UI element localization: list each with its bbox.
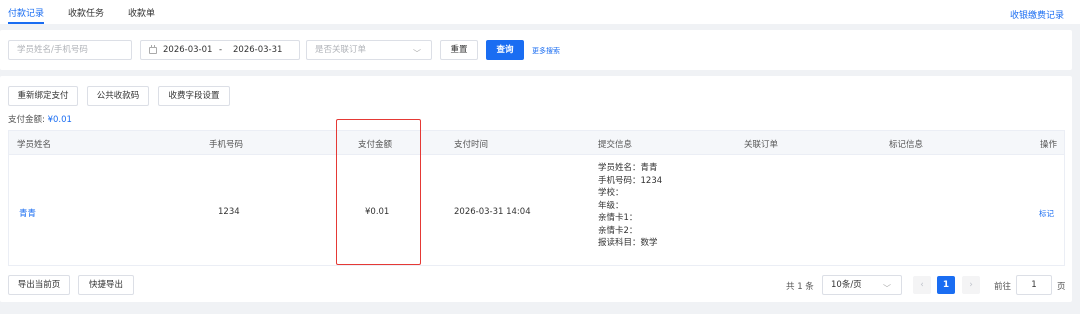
date-range-picker[interactable]: 2026-03-01 - 2026-03-31: [140, 40, 300, 60]
column-header-submitted-info: 提交信息: [598, 140, 633, 150]
name-phone-search-input[interactable]: 学员姓名/手机号码: [8, 40, 132, 60]
reset-button[interactable]: 重置: [440, 40, 478, 60]
column-header-actions: 操作: [1040, 140, 1058, 150]
page-number-button[interactable]: 1: [937, 276, 955, 294]
column-header-amount: 支付金额: [358, 140, 393, 150]
quick-export-button[interactable]: 快捷导出: [78, 275, 134, 295]
goto-page-input[interactable]: 1: [1016, 275, 1052, 295]
table-header: 学员姓名 手机号码 支付金额 支付时间 提交信息 关联订单 标记信息 操作: [9, 131, 1064, 155]
column-header-linked-order: 关联订单: [744, 140, 779, 150]
linked-order-select-placeholder: 是否关联订单: [315, 45, 367, 55]
rebind-payment-button[interactable]: 重新绑定支付: [8, 86, 78, 106]
chevron-down-icon: ﹀: [413, 49, 421, 58]
page-unit-label: 页: [1057, 282, 1066, 292]
info-line: 亲情卡2：: [598, 225, 638, 236]
records-panel: 重新绑定支付 公共收款码 收费字段设置 支付金额: ¥0.01 学员姓名 手机号…: [0, 76, 1072, 302]
mark-action-link[interactable]: 标记: [1039, 208, 1054, 219]
fee-fields-settings-button[interactable]: 收费字段设置: [158, 86, 230, 106]
cell-phone: 1234: [218, 207, 240, 217]
payment-amount-summary: 支付金额: ¥0.01: [8, 113, 72, 125]
goto-label: 前往: [994, 282, 1012, 292]
student-name-link[interactable]: 青青: [19, 207, 36, 219]
page-size-select[interactable]: 10条/页 ﹀: [822, 275, 902, 295]
date-separator: -: [219, 45, 223, 55]
public-payment-code-button[interactable]: 公共收款码: [87, 86, 149, 106]
info-line: 亲情卡1：: [598, 213, 638, 223]
filter-panel: 学员姓名/手机号码 2026-03-01 - 2026-03-31 是否关联订单…: [0, 30, 1072, 70]
cashier-records-link[interactable]: 收银缴费记录: [1010, 8, 1064, 21]
date-end: 2026-03-31: [233, 45, 283, 55]
info-line: 报读科目：数学: [598, 238, 658, 248]
prev-page-button[interactable]: ‹: [913, 276, 931, 294]
summary-amount: ¥0.01: [47, 115, 72, 125]
more-search-link[interactable]: 更多搜索: [532, 46, 560, 56]
payment-records-table: 学员姓名 手机号码 支付金额 支付时间 提交信息 关联订单 标记信息 操作 青青…: [8, 130, 1065, 266]
tab-collection-tasks[interactable]: 收款任务: [68, 6, 104, 19]
next-page-button[interactable]: ›: [962, 276, 980, 294]
active-tab-indicator: [8, 22, 44, 24]
column-header-pay-time: 支付时间: [454, 140, 489, 150]
total-count: 共 1 条: [786, 282, 814, 292]
info-line: 学员姓名：青青: [598, 163, 658, 173]
info-line: 年级：: [598, 200, 624, 211]
export-current-page-button[interactable]: 导出当前页: [8, 275, 70, 295]
column-header-student-name: 学员姓名: [17, 140, 52, 150]
search-button[interactable]: 查询: [486, 40, 524, 60]
column-header-mark-info: 标记信息: [889, 140, 924, 150]
linked-order-select[interactable]: 是否关联订单 ﹀: [306, 40, 432, 60]
chevron-down-icon: ﹀: [883, 284, 891, 293]
calendar-icon: [149, 45, 157, 54]
cell-pay-time: 2026-03-31 14:04: [454, 207, 531, 217]
column-header-phone: 手机号码: [209, 140, 244, 150]
page-size-value: 10条/页: [831, 280, 862, 290]
tab-receipts[interactable]: 收款单: [128, 6, 155, 19]
info-line: 学校：: [598, 188, 624, 198]
cell-submitted-info: 学员姓名：青青 手机号码：1234 学校： 年级： 亲情卡1： 亲情卡2： 报读…: [598, 162, 662, 250]
summary-label: 支付金额:: [8, 115, 45, 125]
info-line: 手机号码：1234: [598, 175, 663, 186]
date-start: 2026-03-01: [163, 45, 213, 55]
tab-payment-records[interactable]: 付款记录: [8, 6, 44, 19]
tabs-bar: 付款记录 收款任务 收款单 收银缴费记录: [0, 0, 1080, 24]
cell-amount: ¥0.01: [365, 207, 390, 217]
